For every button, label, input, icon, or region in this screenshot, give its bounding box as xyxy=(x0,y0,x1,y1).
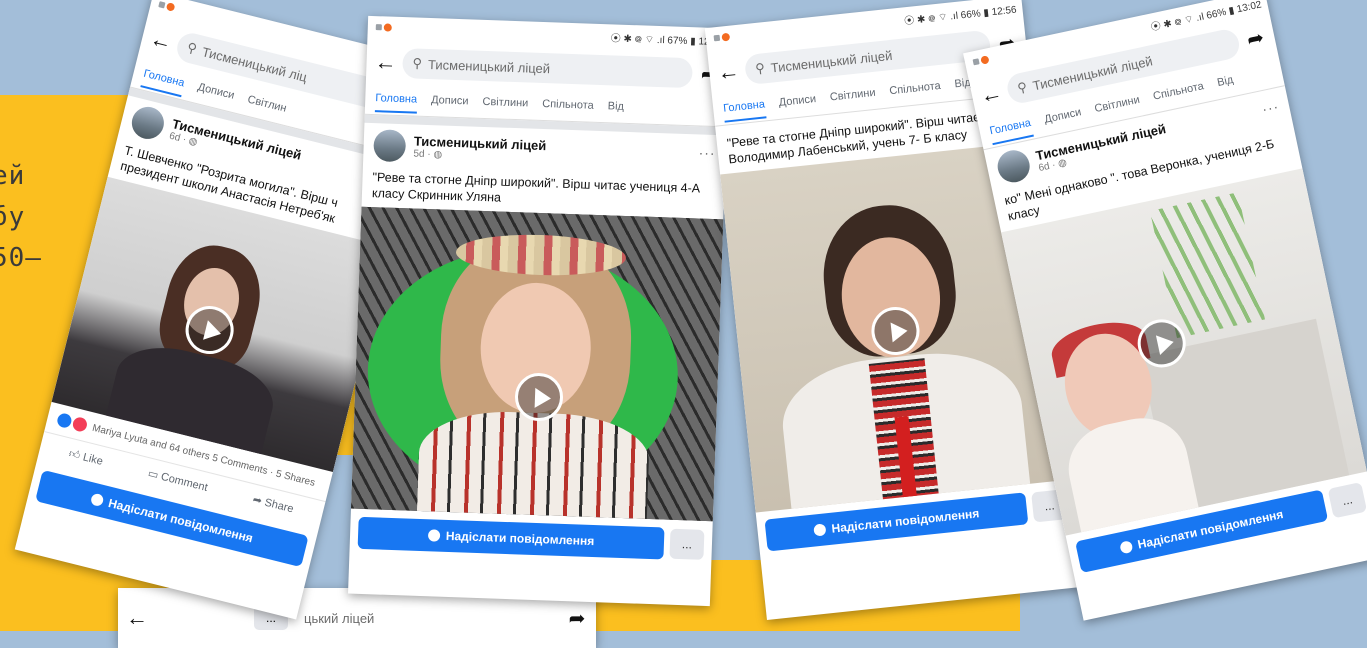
love-reaction-icon xyxy=(71,415,89,433)
tab-home[interactable]: Головна xyxy=(722,98,767,123)
tab-videos[interactable]: Від xyxy=(608,100,625,113)
share-icon[interactable]: ➦ xyxy=(566,606,588,631)
share-button[interactable]: ➦ Share xyxy=(251,493,295,516)
tab-posts[interactable]: Дописи xyxy=(196,81,235,102)
back-arrow-icon[interactable]: ← xyxy=(374,49,397,76)
like-button[interactable]: 👍︎ Like xyxy=(67,447,104,468)
share-icon[interactable]: ➦ xyxy=(1242,24,1269,53)
more-button[interactable]: ... xyxy=(669,528,705,560)
tab-photos[interactable]: Світлини xyxy=(482,96,528,110)
back-arrow-icon[interactable]: ← xyxy=(147,25,175,56)
back-arrow-icon[interactable]: ← xyxy=(716,58,741,86)
search-input[interactable]: цький ліцей xyxy=(294,603,560,633)
video-player[interactable] xyxy=(350,206,724,522)
globe-icon: ◍ xyxy=(187,135,199,149)
tab-community[interactable]: Спільнота xyxy=(1152,80,1205,102)
globe-icon: ◍ xyxy=(1057,157,1068,170)
messenger-icon xyxy=(813,523,827,537)
tab-community[interactable]: Спільнота xyxy=(542,98,594,112)
messenger-icon xyxy=(427,529,441,542)
back-arrow-icon[interactable]: ← xyxy=(978,79,1005,109)
more-button[interactable]: ... xyxy=(1327,482,1367,519)
phone-screenshot-2: ⦿ ✱ ᪤ ⌔ .ıl 67% ▮ 12:56 ← ⚲ Тисменицький … xyxy=(348,15,730,607)
search-icon: ⚲ xyxy=(185,39,199,57)
avatar[interactable] xyxy=(994,147,1033,186)
back-arrow-icon[interactable]: ← xyxy=(126,605,148,631)
like-reaction-icon xyxy=(55,412,73,430)
share-icon: ➦ xyxy=(251,493,264,508)
tab-posts[interactable]: Дописи xyxy=(778,93,816,109)
send-message-button[interactable]: Надіслати повідомлення xyxy=(357,516,665,560)
tab-posts[interactable]: Дописи xyxy=(1043,106,1082,126)
avatar[interactable] xyxy=(128,103,168,143)
video-player[interactable] xyxy=(1001,168,1367,536)
search-icon: ⚲ xyxy=(754,60,766,77)
tab-photos[interactable]: Світлини xyxy=(829,87,876,104)
tab-photos[interactable]: Світлин xyxy=(246,94,287,115)
tab-videos[interactable]: Від xyxy=(1216,74,1234,89)
background-text: ей бу 50– xyxy=(0,161,42,273)
search-input[interactable]: ⚲ Тисменицький ліцей xyxy=(402,48,693,89)
tab-photos[interactable]: Світлини xyxy=(1094,94,1141,115)
tab-community[interactable]: Спільнота xyxy=(889,80,941,97)
thumbs-up-icon: 👍︎ xyxy=(67,447,82,463)
more-options-icon[interactable]: ··· xyxy=(698,144,716,161)
more-options-icon[interactable]: ··· xyxy=(1261,98,1281,117)
messenger-icon xyxy=(89,492,105,508)
globe-icon: ◍ xyxy=(433,149,443,161)
search-icon: ⚲ xyxy=(1015,78,1029,96)
tab-posts[interactable]: Дописи xyxy=(431,94,469,107)
search-icon: ⚲ xyxy=(412,55,423,71)
comment-icon: ▭ xyxy=(146,467,160,482)
messenger-icon xyxy=(1118,540,1134,555)
avatar[interactable] xyxy=(373,129,407,163)
tab-home[interactable]: Головна xyxy=(374,92,418,114)
